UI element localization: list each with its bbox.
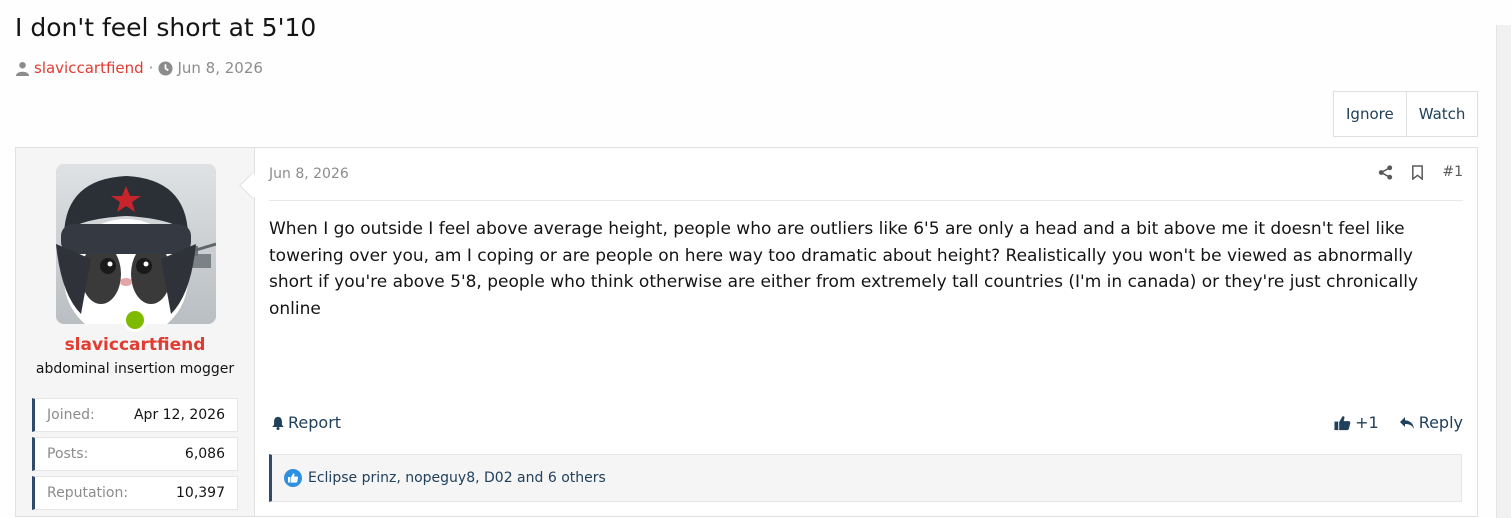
user-title: abdominal insertion mogger [35,361,235,377]
stat-label: Reputation: [47,485,129,501]
thread-title: I don't feel short at 5'10 [15,13,317,42]
clock-icon [158,60,173,76]
stat-value: 10,397 [176,485,225,501]
user-cell: slaviccartfiend abdominal insertion mogg… [16,148,255,516]
stat-label: Posts: [47,446,89,462]
post-actions: #1 [1378,164,1463,180]
stat-value: Apr 12, 2026 [133,407,225,423]
avatar-image [56,164,216,324]
report-label: Report [288,413,342,432]
like-count: +1 [1355,413,1379,432]
reply-icon [1399,416,1414,429]
thread-meta: slaviccartfiend · Jun 8, 2026 [15,58,263,78]
share-icon[interactable] [1378,164,1393,180]
thread-date[interactable]: Jun 8, 2026 [177,59,262,77]
thumbs-up-icon [1334,415,1351,430]
bookmark-icon[interactable] [1411,164,1424,180]
post-username[interactable]: slaviccartfiend [16,335,254,355]
post-number-link[interactable]: #1 [1442,164,1463,180]
stat-value: 6,086 [184,446,225,462]
post-date[interactable]: Jun 8, 2026 [269,166,349,182]
bell-icon [272,416,284,430]
like-button[interactable]: +1 [1334,413,1379,432]
report-link[interactable]: Report [271,413,341,432]
online-status-indicator [123,308,147,332]
thread-author-link[interactable]: slaviccartfiend [34,59,144,77]
meta-separator: · [148,59,154,77]
stat-reputation: Reputation: 10,397 [32,476,238,510]
like-reaction-icon [284,469,302,487]
reply-button[interactable]: Reply [1399,413,1463,432]
thread-action-group: Ignore Watch [1333,91,1479,137]
ignore-button[interactable]: Ignore [1334,92,1406,136]
avatar[interactable] [56,164,216,324]
reactions-list-link[interactable]: Eclipse prinz, nopeguy8, D02 and 6 other… [308,470,606,486]
page-scrollbar[interactable] [1496,25,1511,518]
reply-label: Reply [1418,413,1463,432]
stat-label: Joined: [47,407,95,423]
post-container: slaviccartfiend abdominal insertion mogg… [15,147,1478,517]
stat-posts: Posts: 6,086 [32,437,238,471]
user-icon [15,61,30,76]
stat-joined: Joined: Apr 12, 2026 [32,398,238,432]
post-divider [269,200,1463,201]
post-body: When I go outside I feel above average h… [269,219,1419,319]
post-footer-actions: +1 Reply [1334,413,1463,432]
reactions-bar: Eclipse prinz, nopeguy8, D02 and 6 other… [269,454,1462,502]
watch-button[interactable]: Watch [1405,92,1478,136]
